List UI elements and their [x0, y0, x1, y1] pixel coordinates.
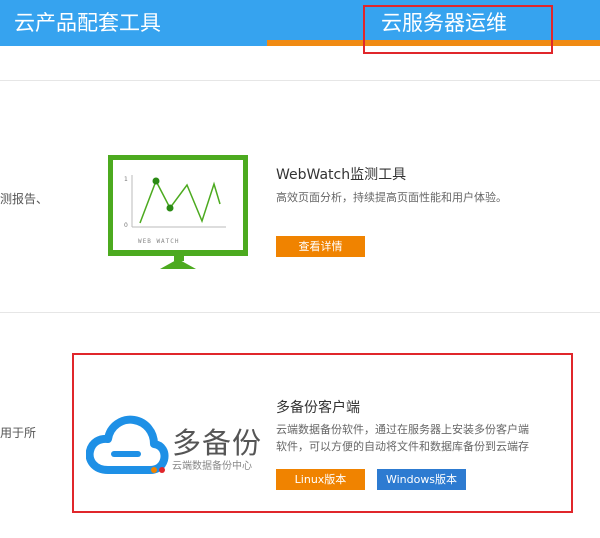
webwatch-description: 高效页面分析，持续提高页面性能和用户体验。 — [276, 191, 507, 204]
svg-text:1: 1 — [124, 176, 128, 183]
divider — [0, 80, 600, 81]
monitor-chart-icon: 1 0 WEB WATCH — [108, 155, 248, 269]
divider — [0, 312, 600, 313]
svg-text:WEB WATCH: WEB WATCH — [138, 238, 180, 245]
view-details-button[interactable]: 查看详情 — [276, 236, 365, 257]
svg-text:0: 0 — [124, 222, 128, 229]
truncated-text: 用于所 — [0, 426, 37, 440]
webwatch-title: WebWatch监测工具 — [276, 167, 407, 183]
highlight-box-client — [72, 353, 573, 513]
tab-cloud-product-tools[interactable]: 云产品配套工具 — [14, 0, 161, 46]
highlight-box-tab — [363, 5, 553, 54]
truncated-text: 测报告、 — [0, 192, 49, 206]
